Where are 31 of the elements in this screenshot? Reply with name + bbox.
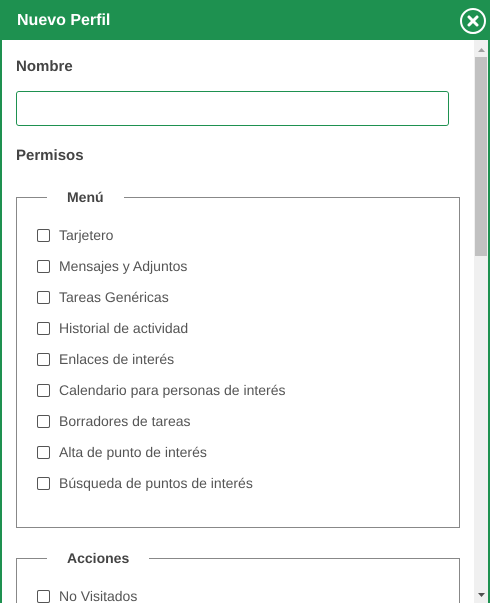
checkbox[interactable] [37, 384, 50, 397]
checkbox[interactable] [37, 477, 50, 490]
field-label: Nombre [16, 57, 74, 77]
checkbox[interactable] [37, 229, 50, 242]
name-input-field[interactable] [16, 90, 449, 126]
window-title: Nuevo Perfil [17, 11, 110, 31]
checkbox-label: Enlaces de interés [59, 350, 174, 369]
checkbox-label: Búsqueda de puntos de interés [59, 474, 253, 493]
section-label: Permisos [16, 146, 85, 166]
checkbox-label: Calendario para personas de interés [59, 381, 286, 400]
checkbox-label: Borradores de tareas [59, 412, 191, 431]
checkbox[interactable] [37, 446, 50, 459]
checkbox-label: Tarjetero [59, 226, 114, 245]
checkbox-label: Mensajes y Adjuntos [59, 257, 188, 276]
checkbox-label: Tareas Genéricas [59, 288, 169, 307]
checkbox-label: Alta de punto de interés [59, 443, 207, 462]
scrollbar[interactable] [474, 40, 488, 603]
checkbox-label: No Visitados [59, 587, 138, 603]
group-title: Menú [66, 188, 105, 207]
close-button[interactable] [460, 8, 486, 34]
checkbox[interactable] [37, 322, 50, 335]
checkbox[interactable] [37, 291, 50, 304]
checkbox[interactable] [37, 353, 50, 366]
scrollbar-thumb[interactable] [475, 57, 487, 256]
close-icon [467, 15, 479, 27]
checkbox[interactable] [37, 590, 50, 603]
checkbox[interactable] [37, 415, 50, 428]
checkbox[interactable] [37, 260, 50, 273]
checkbox-label: Historial de actividad [59, 319, 188, 338]
group-title: Acciones [66, 549, 130, 568]
scroll-down-icon[interactable] [478, 593, 484, 597]
